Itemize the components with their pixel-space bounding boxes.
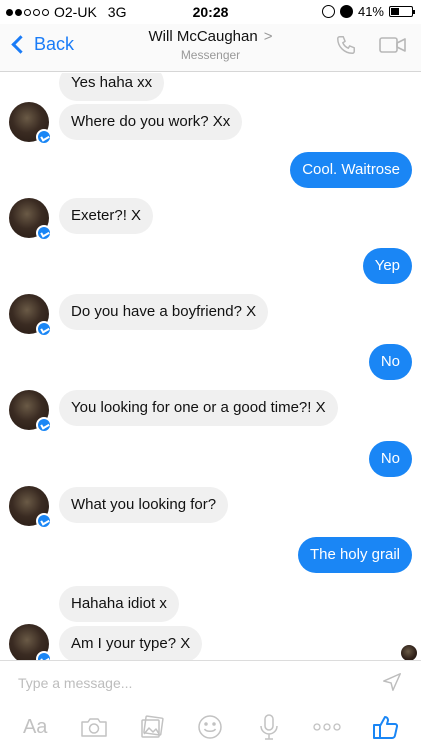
message-list[interactable]: Yes haha xx Where do you work? Xx Cool. … [0,73,421,660]
photo-gallery-icon[interactable] [132,709,172,745]
back-button[interactable]: Back [8,34,74,55]
status-right: 41% [321,4,415,19]
battery-fill [391,8,399,15]
messenger-badge-icon [36,417,52,433]
message-bubble-outgoing[interactable]: No [368,344,412,380]
more-icon[interactable] [307,709,347,745]
send-icon[interactable] [381,671,403,698]
messenger-badge-icon [36,513,52,529]
message-composer: Aa [0,660,421,750]
like-thumb-icon[interactable] [366,709,406,745]
read-receipt-avatar [401,645,417,660]
contact-avatar[interactable] [9,294,52,337]
battery-icon [389,6,415,17]
message-bubble-outgoing[interactable]: Cool. Waitrose [290,152,412,188]
message-bubble-incoming[interactable]: Hahaha idiot x [59,586,179,622]
conversation-title[interactable]: Will McCaughan > Messenger [110,28,311,62]
message-bubble-outgoing[interactable]: The holy grail [297,537,412,573]
messenger-badge-icon [36,321,52,337]
message-bubble-incoming[interactable]: Where do you work? Xx [59,104,243,140]
composer-toolbar: Aa [0,707,421,747]
back-label: Back [34,34,75,54]
conversation-subtitle: Messenger [180,48,241,62]
alarm-icon [339,5,353,18]
contact-avatar[interactable] [9,198,52,241]
text-format-icon[interactable]: Aa [15,709,55,745]
message-bubble-incoming[interactable]: Am I your type? X [59,626,203,660]
contact-avatar[interactable] [9,102,52,145]
video-camera-icon[interactable] [379,35,407,60]
camera-icon[interactable] [74,709,114,745]
battery-percent: 41% [357,4,384,19]
messenger-badge-icon [36,129,52,145]
microphone-icon[interactable] [249,709,289,745]
status-bar: O2-UK 3G 20:28 41% [0,0,421,24]
emoji-icon[interactable] [190,709,230,745]
message-input[interactable] [18,669,348,697]
chevron-left-icon [11,35,30,54]
message-bubble-incoming[interactable]: You looking for one or a good time?! X [59,390,338,426]
message-bubble-incoming[interactable]: Do you have a boyfriend? X [59,294,269,330]
contact-avatar[interactable] [9,624,52,660]
orientation-lock-icon [321,5,335,18]
message-bubble-incoming[interactable]: Yes haha xx [59,73,165,101]
header-actions [335,34,407,61]
chevron-right-icon: > [263,28,273,45]
contact-name: Will McCaughan [148,28,258,45]
message-bubble-incoming[interactable]: What you looking for? [59,487,229,523]
message-bubble-outgoing[interactable]: No [368,441,412,477]
message-bubble-incoming[interactable]: Exeter?! X [59,198,154,234]
messenger-badge-icon [36,225,52,241]
conversation-header: Back Will McCaughan > Messenger [0,24,421,72]
message-bubble-outgoing[interactable]: Yep [362,248,412,284]
messenger-badge-icon [36,651,52,660]
contact-avatar[interactable] [9,486,52,529]
contact-avatar[interactable] [9,390,52,433]
phone-icon[interactable] [335,34,357,61]
